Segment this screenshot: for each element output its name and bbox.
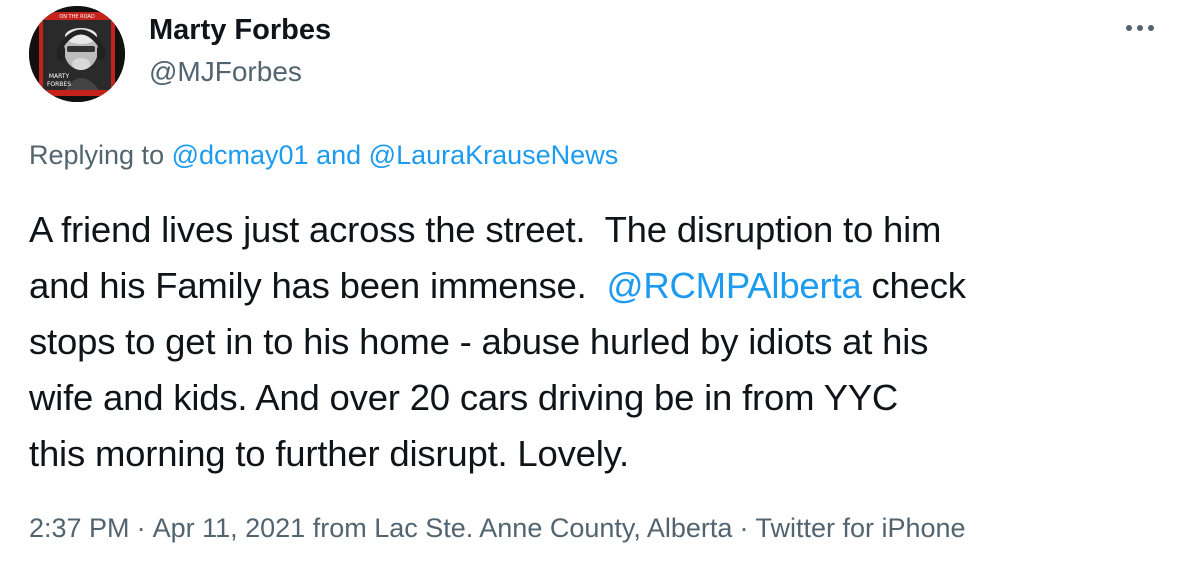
tweet-line-2-text-a: and his Family has been immense. [29,265,607,306]
tweet-date[interactable]: Apr 11, 2021 [153,513,306,543]
more-options-button[interactable] [1122,14,1158,42]
replying-conjunction: and [316,140,362,170]
replying-to: Replying to @dcmay01 and @LauraKrauseNew… [29,140,618,171]
mention-link-laurakrausenews[interactable]: @LauraKrauseNews [369,140,619,170]
meta-separator: · [739,513,749,543]
meta-separator: · [136,513,146,543]
user-handle[interactable]: @MJForbes [149,56,302,88]
tweet-source[interactable]: Twitter for iPhone [755,513,965,543]
tweet-text: A friend lives just across the street. T… [29,202,1179,482]
replying-prefix: Replying to [29,140,165,170]
display-name[interactable]: Marty Forbes [149,14,331,47]
tweet-line-3: stops to get in to his home - abuse hurl… [29,321,929,362]
tweet-line-2: and his Family has been immense. @RCMPAl… [29,258,1179,314]
avatar[interactable]: ON THE ROAD MARTY FORBES [29,6,125,102]
avatar-image: ON THE ROAD MARTY FORBES [29,6,125,102]
ellipsis-icon [1126,25,1154,31]
tweet-line-2-text-b: check [861,265,966,306]
mention-link-rcmpalberta[interactable]: @RCMPAlberta [606,265,861,306]
avatar-banner-text: ON THE ROAD [59,14,95,20]
tweet-line-4: wife and kids. And over 20 cars driving … [29,377,899,418]
tweet: ON THE ROAD MARTY FORBES Marty Forbes @M… [0,0,1188,572]
avatar-name-text-2: FORBES [47,81,71,88]
tweet-line-5: this morning to further disrupt. Lovely. [29,433,629,474]
avatar-name-text-1: MARTY [49,73,70,80]
mention-link-dcmay01[interactable]: @dcmay01 [172,140,309,170]
tweet-line-1: A friend lives just across the street. T… [29,209,942,250]
tweet-metadata: 2:37 PM · Apr 11, 2021 from Lac Ste. Anne … [29,513,966,544]
tweet-time[interactable]: 2:37 PM [29,513,130,543]
tweet-location[interactable]: from Lac Ste. Anne County, Alberta [313,513,733,543]
